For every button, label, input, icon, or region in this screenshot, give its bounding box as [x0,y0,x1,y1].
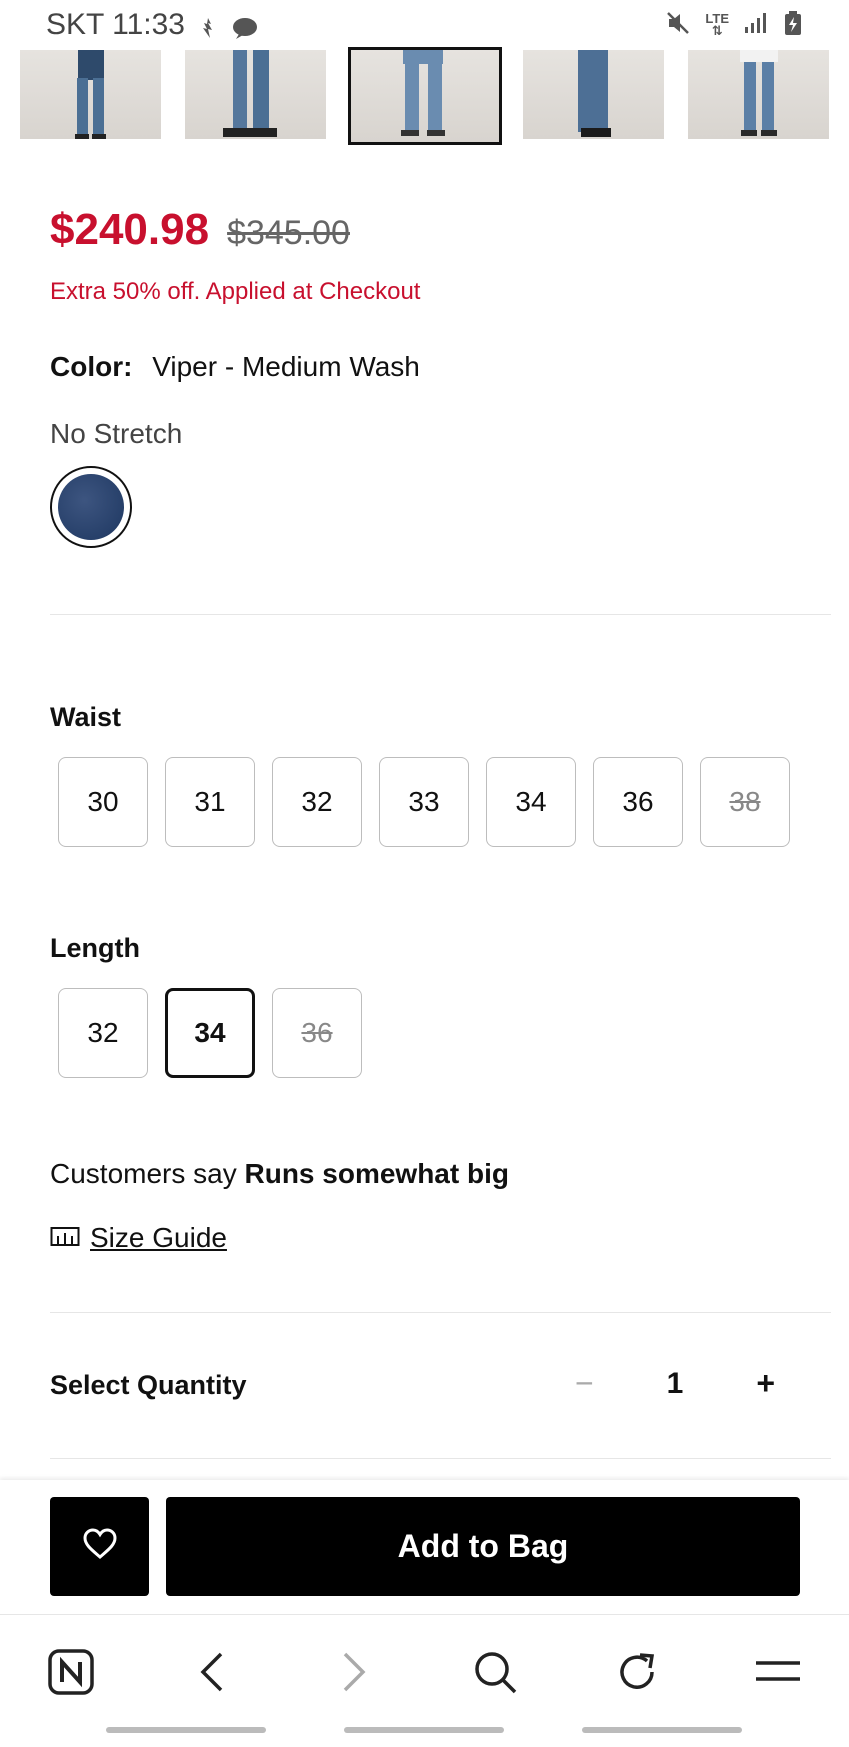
original-price: $345.00 [227,214,350,252]
sale-price: $240.98 [50,205,210,254]
divider [50,1458,831,1459]
waist-option-33[interactable]: 33 [379,757,469,847]
back-icon[interactable] [183,1643,241,1701]
lte-icon: LTE ⇅ [705,11,729,38]
color-value: Viper - Medium Wash [152,351,420,382]
signal-icon [743,11,769,40]
quantity-stepper: − 1 + [575,1365,775,1402]
gesture-bar-right [582,1727,742,1733]
thumbnail-4[interactable] [522,50,664,139]
stretch-label: No Stretch [50,418,183,449]
image-thumbnails [20,47,829,145]
quantity-decrease-button[interactable]: − [575,1365,594,1402]
fit-prefix: Customers say [50,1158,237,1189]
status-time: SKT 11:33 [46,8,185,41]
reload-icon[interactable] [608,1643,666,1701]
waist-option-32[interactable]: 32 [272,757,362,847]
length-option-34[interactable]: 34 [165,988,255,1078]
thumbnail-3[interactable] [347,47,502,145]
waist-option-34[interactable]: 34 [486,757,576,847]
ruler-icon [50,1222,80,1254]
color-label: Color: [50,351,133,382]
size-guide-link[interactable]: Size Guide [50,1222,227,1254]
battery-icon [783,10,803,41]
waist-option-36[interactable]: 36 [593,757,683,847]
chat-icon [231,14,257,39]
thumbnail-2[interactable] [185,50,327,139]
mute-icon [665,10,691,41]
waist-options: 30 31 32 33 34 36 38 [58,757,790,847]
menu-icon[interactable] [749,1643,807,1701]
status-bar: SKT 11:33 LTE ⇅ [0,0,849,50]
gesture-bar-center [344,1727,504,1733]
search-icon[interactable] [466,1643,524,1701]
length-options: 32 34 36 [58,988,362,1078]
length-label: Length [50,933,140,963]
wishlist-button[interactable] [50,1497,149,1596]
heart-icon [82,1528,118,1565]
waist-option-31[interactable]: 31 [165,757,255,847]
naver-home-icon[interactable] [42,1643,100,1701]
swatch-fill [58,474,124,540]
color-swatch[interactable] [50,466,132,548]
notification-icon [197,14,219,38]
divider [50,614,831,615]
thumbnail-1[interactable] [20,50,161,139]
promo-text: Extra 50% off. Applied at Checkout [50,278,421,305]
color-row: Color: Viper - Medium Wash [50,351,420,383]
action-bar: Add to Bag [0,1480,849,1614]
divider [50,1312,831,1313]
forward-icon[interactable] [325,1643,383,1701]
size-guide-label: Size Guide [90,1222,227,1253]
fit-value: Runs somewhat big [244,1158,509,1189]
quantity-increase-button[interactable]: + [756,1365,775,1402]
thumbnail-5[interactable] [688,50,829,139]
quantity-label: Select Quantity [50,1370,247,1400]
network-label: LTE [705,11,729,26]
length-option-36[interactable]: 36 [272,988,362,1078]
fit-feedback: Customers say Runs somewhat big [50,1158,509,1190]
price-row: $240.98 $345.00 [50,205,350,255]
waist-label: Waist [50,702,122,732]
quantity-value: 1 [666,1366,684,1400]
waist-option-38[interactable]: 38 [700,757,790,847]
gesture-bar-left [106,1727,266,1733]
browser-toolbar [0,1614,849,1747]
length-option-32[interactable]: 32 [58,988,148,1078]
waist-option-30[interactable]: 30 [58,757,148,847]
add-to-bag-button[interactable]: Add to Bag [166,1497,800,1596]
